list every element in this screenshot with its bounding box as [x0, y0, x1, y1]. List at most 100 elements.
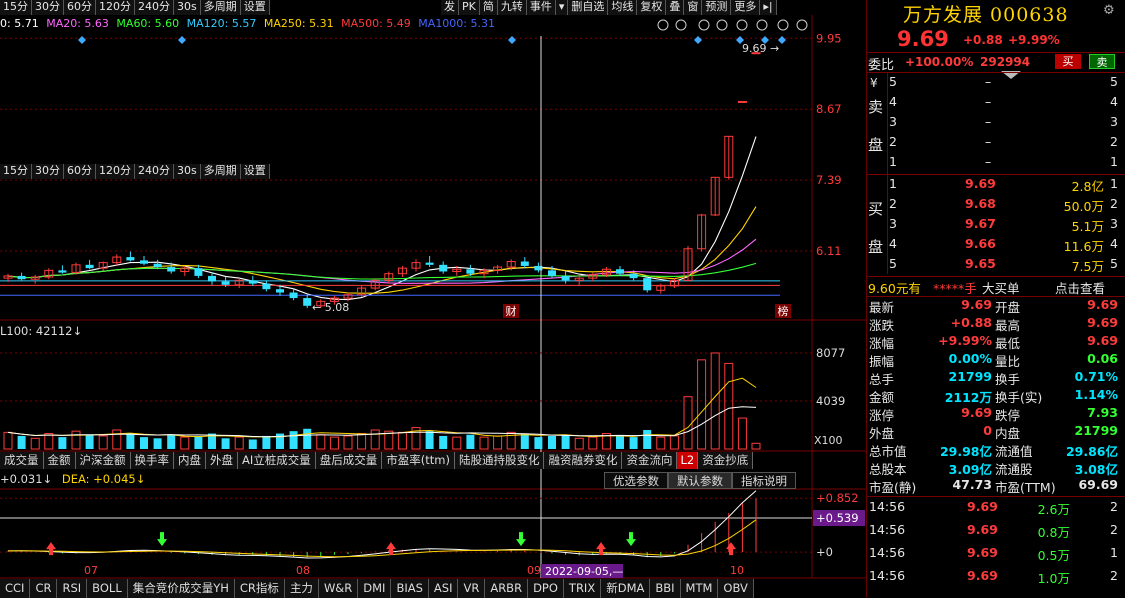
sell-level-row[interactable]: 2 – 2 [867, 134, 1125, 154]
period-120m[interactable]: 120分 [96, 0, 135, 15]
ma-lines-button[interactable]: 均线 [608, 0, 638, 15]
sell-level-row[interactable]: 5 – 5 [867, 74, 1125, 94]
stat-value: 7.93 [1087, 405, 1118, 420]
candle-body [167, 267, 176, 272]
buy-level-row[interactable]: 2 9.68 50.0万 2 [867, 196, 1125, 216]
tab-obv[interactable]: OBV [718, 579, 754, 598]
jiuzhuan-button[interactable]: 九转 [497, 0, 527, 15]
tab-new-dma[interactable]: 新DMA [601, 579, 651, 598]
default-params-button[interactable]: 默认参数 [668, 472, 732, 489]
buy-signal-arrow-icon [596, 542, 606, 556]
tab-boll[interactable]: BOLL [87, 579, 128, 598]
tab-bias[interactable]: BIAS [391, 579, 429, 598]
sell-level-row[interactable]: 3 – 3 [867, 114, 1125, 134]
period-60m-alt[interactable]: 60分 [64, 164, 96, 179]
period-240m-alt[interactable]: 240分 [135, 164, 174, 179]
stat-row: 外盘 0 内盘 21799 [867, 423, 1125, 441]
stat-value: 9.69 [961, 297, 992, 312]
tab-dmi[interactable]: DMI [358, 579, 392, 598]
pk-button[interactable]: PK [459, 0, 480, 15]
candle-body [616, 269, 624, 274]
forecast-button[interactable]: 预测 [702, 0, 732, 15]
remove-watchlist-button[interactable]: 删自选 [568, 0, 609, 15]
tab-inner[interactable]: 内盘 [174, 452, 206, 469]
tab-cci[interactable]: CCI [0, 579, 31, 598]
tab-amount[interactable]: 金额 [44, 452, 76, 469]
tab-pe-ttm[interactable]: 市盈率(ttm) [382, 452, 455, 469]
indicator-help-button[interactable]: 指标说明 [732, 472, 796, 489]
tab-turnover[interactable]: 换手率 [131, 452, 174, 469]
buy-signal-arrow-icon [726, 542, 736, 556]
gear-icon[interactable]: ⚙ [1103, 4, 1117, 18]
settings-button[interactable]: 设置 [240, 0, 270, 15]
window-button[interactable]: 窗 [684, 0, 703, 15]
tick-price: 9.69 [967, 568, 998, 583]
volume-bar [234, 436, 244, 450]
buy-level-row[interactable]: 3 9.67 5.1万 3 [867, 216, 1125, 236]
period-15m-alt[interactable]: 15分 [0, 164, 32, 179]
more-button[interactable]: 更多 [731, 0, 761, 15]
tab-arbr[interactable]: ARBR [485, 579, 529, 598]
play-icon [698, 19, 710, 31]
buy-button[interactable]: 买 [1055, 54, 1081, 69]
period-240m[interactable]: 240分 [135, 0, 174, 15]
tab-after-hours[interactable]: 盘后成交量 [316, 452, 383, 469]
level-volume: 2.8亿 [1071, 179, 1104, 194]
period-15m[interactable]: 15分 [0, 0, 32, 15]
tab-cr[interactable]: CR [30, 579, 58, 598]
buy-level-row[interactable]: 1 9.69 2.8亿 1 [867, 176, 1125, 196]
adjust-button[interactable]: 复权 [637, 0, 667, 15]
sell-button[interactable]: 卖 [1089, 54, 1115, 69]
tab-northbound[interactable]: 陆股通持股变化 [455, 452, 545, 469]
fa-button[interactable]: 发 [441, 0, 459, 15]
events-button[interactable]: 事件 [526, 0, 556, 15]
tab-mtm[interactable]: MTM [681, 579, 719, 598]
events-dropdown-icon[interactable]: ▾ [555, 0, 569, 15]
kline-chart-area[interactable]: 9.95 8.67 7.39 6.11 9.69 → ← 5.08 财 榜 8077 4039 X1… [0, 0, 866, 598]
level-volume: 50.0万 [1063, 199, 1104, 214]
tab-hs-amount[interactable]: 沪深金额 [76, 452, 131, 469]
overlay-button[interactable]: 叠 [666, 0, 685, 15]
optimal-params-button[interactable]: 优选参数 [604, 472, 668, 489]
tab-trix[interactable]: TRIX [564, 579, 602, 598]
candle-body [737, 100, 747, 103]
settings-button-alt[interactable]: 设置 [240, 164, 270, 179]
period-60m[interactable]: 60分 [64, 0, 96, 15]
ma500-legend: MA500: 5.49 [341, 17, 411, 30]
big-order-row[interactable]: 9.60元有 *****手 大买单 点击查看 [867, 278, 1125, 298]
stat-row: 总手 21799 换手 0.71% [867, 369, 1125, 387]
sell-level-row[interactable]: 1 – 1 [867, 154, 1125, 174]
tab-cr-indicator[interactable]: CR指标 [235, 579, 285, 598]
period-120m-alt[interactable]: 120分 [96, 164, 135, 179]
tab-fund-bottom[interactable]: 资金抄底 [698, 452, 754, 469]
tab-main-force[interactable]: 主力 [285, 579, 319, 598]
multi-period-button[interactable]: 多周期 [200, 0, 241, 15]
end-icon[interactable]: ▸| [760, 0, 777, 15]
tab-asi[interactable]: ASI [429, 579, 459, 598]
tab-outer[interactable]: 外盘 [206, 452, 238, 469]
multi-period-button-alt[interactable]: 多周期 [200, 164, 241, 179]
ma5-legend: 0: 5.71 [0, 17, 39, 30]
buy-level-row[interactable]: 4 9.66 11.6万 4 [867, 236, 1125, 256]
period-30m[interactable]: 30分 [32, 0, 64, 15]
period-30s-alt[interactable]: 30s [174, 164, 201, 179]
buy-level-row[interactable]: 5 9.65 7.5万 5 [867, 256, 1125, 276]
tab-fund-flow[interactable]: 资金流向 [622, 452, 678, 469]
sell-level-row[interactable]: 4 – 4 [867, 94, 1125, 114]
tab-ai-volume[interactable]: AI立桩成交量 [238, 452, 316, 469]
period-30s[interactable]: 30s [174, 0, 201, 15]
tab-rsi[interactable]: RSI [57, 579, 88, 598]
level-price: – [985, 74, 992, 89]
tab-wr[interactable]: W&R [319, 579, 359, 598]
tab-volume[interactable]: 成交量 [0, 452, 44, 469]
tab-vr[interactable]: VR [458, 579, 486, 598]
tab-bbi[interactable]: BBI [650, 579, 681, 598]
ma120-legend: MA120: 5.57 [186, 17, 257, 30]
tab-auction-volume[interactable]: 集合竞价成交量YH [128, 579, 235, 598]
tab-margin[interactable]: 融资融券变化 [544, 452, 623, 469]
period-30m-alt[interactable]: 30分 [32, 164, 64, 179]
tab-dpo[interactable]: DPO [528, 579, 564, 598]
simple-button[interactable]: 简 [479, 0, 498, 15]
big-order-view-link[interactable]: 点击查看 [1055, 278, 1105, 297]
chart-canvas[interactable]: 9.95 8.67 7.39 6.11 9.69 → ← 5.08 财 榜 8077 4039 X1… [0, 0, 866, 598]
